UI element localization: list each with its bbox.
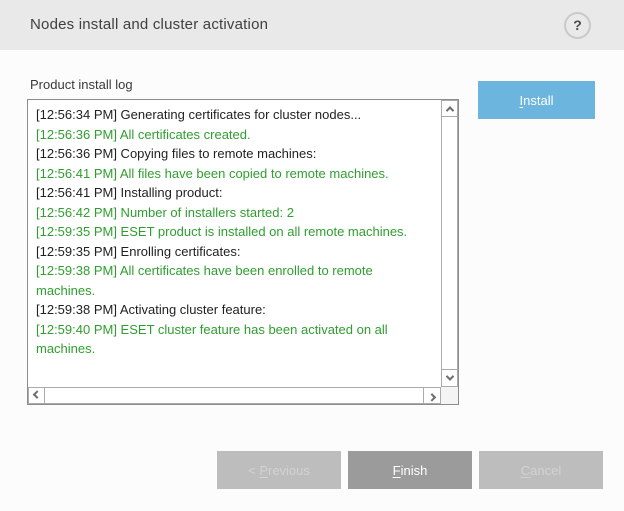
scroll-left-button[interactable] <box>28 387 45 404</box>
log-entry: [12:56:41 PM] All files have been copied… <box>36 164 435 184</box>
log-entry: [12:56:41 PM] Installing product: <box>36 183 435 203</box>
scrollbar-corner <box>441 387 458 404</box>
finish-button[interactable]: Finish <box>348 451 472 489</box>
scroll-up-button[interactable] <box>441 100 458 117</box>
chevron-down-icon <box>445 372 453 380</box>
page-title: Nodes install and cluster activation <box>30 0 268 50</box>
scroll-down-button[interactable] <box>441 370 458 387</box>
log-entry: [12:59:38 PM] All certificates have been… <box>36 261 435 300</box>
previous-button[interactable]: < Previous <box>217 451 341 489</box>
horizontal-scrollbar[interactable] <box>28 387 441 404</box>
log-entry: [12:56:42 PM] Number of installers start… <box>36 203 435 223</box>
scroll-right-button[interactable] <box>424 387 441 404</box>
install-button[interactable]: Install <box>478 81 595 119</box>
vertical-scrollbar[interactable] <box>441 100 458 387</box>
help-button[interactable]: ? <box>564 12 591 39</box>
log-entry: [12:59:40 PM] ESET cluster feature has b… <box>36 320 435 359</box>
cancel-button[interactable]: Cancel <box>479 451 603 489</box>
vertical-scroll-thumb[interactable] <box>441 117 458 370</box>
install-log-panel: [12:56:34 PM] Generating certificates fo… <box>27 99 459 405</box>
horizontal-scroll-thumb[interactable] <box>45 387 424 404</box>
log-entry: [12:56:34 PM] Generating certificates fo… <box>36 105 435 125</box>
chevron-up-icon <box>445 106 453 114</box>
title-bar: Nodes install and cluster activation ? <box>0 0 624 50</box>
chevron-right-icon <box>428 393 436 401</box>
log-entry: [12:59:38 PM] Activating cluster feature… <box>36 300 435 320</box>
install-log-list: [12:56:34 PM] Generating certificates fo… <box>28 100 441 387</box>
log-section-label: Product install log <box>30 77 133 92</box>
log-entry: [12:56:36 PM] All certificates created. <box>36 125 435 145</box>
log-entry: [12:59:35 PM] Enrolling certificates: <box>36 242 435 262</box>
log-entry: [12:56:36 PM] Copying files to remote ma… <box>36 144 435 164</box>
log-entry: [12:59:35 PM] ESET product is installed … <box>36 222 435 242</box>
chevron-left-icon <box>32 390 40 398</box>
